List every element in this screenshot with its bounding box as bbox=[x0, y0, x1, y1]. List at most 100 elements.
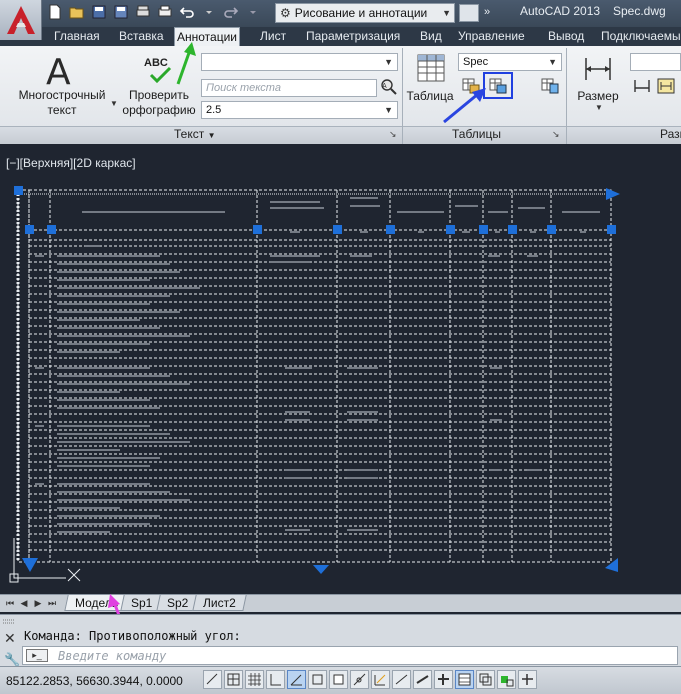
chevron-down-icon: ▼ bbox=[207, 131, 216, 140]
tab-list2[interactable]: Лист2 bbox=[192, 595, 247, 611]
workspace-value: Рисование и аннотации bbox=[294, 6, 428, 20]
tab-manage[interactable]: Управление bbox=[456, 27, 527, 46]
open-icon[interactable] bbox=[68, 3, 86, 21]
drawing-table-graphic[interactable] bbox=[0, 150, 681, 594]
first-layout-icon[interactable]: ⏮ bbox=[4, 597, 16, 609]
dynamic-input-icon[interactable] bbox=[392, 670, 411, 689]
spell-check-button[interactable]: Проверить орфографию bbox=[118, 88, 200, 118]
application-menu-button[interactable] bbox=[0, 0, 42, 40]
dimension-button-label[interactable]: Размер bbox=[572, 89, 624, 104]
infer-constraints-icon[interactable] bbox=[203, 670, 222, 689]
close-icon[interactable]: ✕ bbox=[4, 630, 16, 647]
print-icon[interactable] bbox=[156, 3, 174, 21]
find-text-input[interactable]: Поиск текста bbox=[201, 79, 377, 97]
grip-square[interactable] bbox=[607, 225, 616, 234]
polar-tracking-icon[interactable] bbox=[287, 670, 306, 689]
dimension-icon[interactable] bbox=[582, 54, 614, 84]
grip-square[interactable] bbox=[547, 225, 556, 234]
new-icon[interactable] bbox=[46, 3, 64, 21]
plot-icon[interactable] bbox=[134, 3, 152, 21]
spell-check-label-1: Проверить bbox=[128, 88, 189, 102]
chevron-down-icon[interactable]: ▼ bbox=[595, 103, 603, 112]
text-style-select[interactable]: ▼ bbox=[201, 53, 398, 71]
workspace-settings-button[interactable] bbox=[459, 4, 479, 22]
chevron-down-icon: ▼ bbox=[384, 57, 393, 67]
multiline-text-label-2: текст bbox=[47, 103, 77, 117]
next-layout-icon[interactable]: ▶ bbox=[32, 597, 44, 609]
tab-output[interactable]: Вывод bbox=[546, 27, 586, 46]
grip-square[interactable] bbox=[333, 225, 342, 234]
chevron-down-icon: ▼ bbox=[442, 8, 451, 18]
tab-view[interactable]: Вид bbox=[418, 27, 444, 46]
redo-dropdown-icon[interactable] bbox=[244, 3, 262, 21]
multiline-text-button[interactable]: Многострочный текст bbox=[14, 88, 110, 118]
more-icon[interactable]: » bbox=[484, 6, 490, 18]
dimension-break-icon[interactable] bbox=[632, 76, 652, 96]
annotation-monitor-icon[interactable] bbox=[497, 670, 516, 689]
grip-square[interactable] bbox=[479, 225, 488, 234]
undo-dropdown-icon[interactable] bbox=[200, 3, 218, 21]
object-snap-icon[interactable] bbox=[308, 670, 327, 689]
workspace-select[interactable]: ⚙ Рисование и аннотации ▼ bbox=[275, 3, 455, 23]
cross-icon[interactable] bbox=[518, 670, 537, 689]
download-from-source-icon[interactable] bbox=[540, 76, 560, 96]
grip-square[interactable] bbox=[47, 225, 56, 234]
dimension-adjust-icon[interactable] bbox=[656, 76, 676, 96]
multiline-text-icon[interactable]: A bbox=[46, 52, 71, 93]
table-style-select[interactable]: Spec ▼ bbox=[458, 53, 562, 71]
grip-arrow-down[interactable] bbox=[313, 565, 329, 574]
ribbon-tab-bar: Главная Вставка Аннотации Лист Параметри… bbox=[0, 27, 681, 47]
find-replace-icon[interactable]: A bbox=[380, 78, 398, 96]
ortho-mode-icon[interactable] bbox=[266, 670, 285, 689]
tab-home[interactable]: Главная bbox=[52, 27, 102, 46]
command-history: Команда: Противоположный угол: bbox=[24, 629, 241, 643]
table-icon[interactable] bbox=[417, 54, 445, 82]
grip-arrow-down[interactable] bbox=[22, 558, 38, 572]
grip-handle-icon[interactable] bbox=[2, 618, 16, 626]
tab-plugins[interactable]: Подключаемые bbox=[599, 27, 681, 46]
grip-square[interactable] bbox=[253, 225, 262, 234]
tab-list2-label: Лист2 bbox=[203, 596, 236, 610]
lineweight-icon[interactable] bbox=[413, 670, 432, 689]
transparency-icon[interactable] bbox=[434, 670, 453, 689]
text-panel-title[interactable]: Текст ▼ bbox=[174, 127, 215, 141]
dimension-style-select[interactable] bbox=[630, 53, 681, 71]
grip-square[interactable] bbox=[508, 225, 517, 234]
text-panel-launcher-icon[interactable]: ↘ bbox=[389, 129, 397, 140]
tab-insert[interactable]: Вставка bbox=[117, 27, 166, 46]
redo-icon[interactable] bbox=[222, 3, 240, 21]
quick-access-toolbar bbox=[46, 3, 262, 21]
last-layout-icon[interactable]: ⏭ bbox=[46, 597, 58, 609]
prev-layout-icon[interactable]: ◀ bbox=[18, 597, 30, 609]
grip-square[interactable] bbox=[14, 186, 23, 195]
panel-separator bbox=[566, 48, 567, 144]
text-height-value: 2.5 bbox=[206, 104, 222, 116]
dynamic-ucs-icon[interactable] bbox=[371, 670, 390, 689]
grid-display-icon[interactable] bbox=[245, 670, 264, 689]
dimension-panel-title[interactable]: Разм bbox=[660, 127, 681, 141]
coordinates-readout[interactable]: 85122.2853, 56630.3944, 0.0000 bbox=[6, 674, 183, 688]
save-as-icon[interactable] bbox=[112, 3, 130, 21]
grip-square[interactable] bbox=[446, 225, 455, 234]
chevron-down-icon[interactable]: ▼ bbox=[110, 99, 118, 108]
ucs-icon bbox=[9, 538, 81, 583]
grip-square[interactable] bbox=[25, 225, 34, 234]
tab-layout[interactable]: Лист bbox=[258, 27, 288, 46]
undo-icon[interactable] bbox=[178, 3, 196, 21]
snap-mode-icon[interactable] bbox=[224, 670, 243, 689]
tables-panel-title[interactable]: Таблицы bbox=[452, 127, 501, 141]
grip-square[interactable] bbox=[386, 225, 395, 234]
quick-properties-icon[interactable] bbox=[455, 670, 474, 689]
command-placeholder: Введите команду bbox=[58, 649, 167, 663]
text-height-select[interactable]: 2.5 ▼ bbox=[201, 101, 398, 119]
ribbon-panel-footer bbox=[0, 126, 681, 144]
3d-object-snap-icon[interactable] bbox=[329, 670, 348, 689]
tables-panel-launcher-icon[interactable]: ↘ bbox=[552, 129, 560, 140]
tab-parametric[interactable]: Параметризация bbox=[304, 27, 402, 46]
grip-arrow-right[interactable] bbox=[606, 188, 620, 200]
command-prompt-icon[interactable]: ▸_ bbox=[26, 649, 48, 662]
object-snap-tracking-icon[interactable] bbox=[350, 670, 369, 689]
save-icon[interactable] bbox=[90, 3, 108, 21]
selection-cycling-icon[interactable] bbox=[476, 670, 495, 689]
svg-text:A: A bbox=[382, 83, 387, 90]
